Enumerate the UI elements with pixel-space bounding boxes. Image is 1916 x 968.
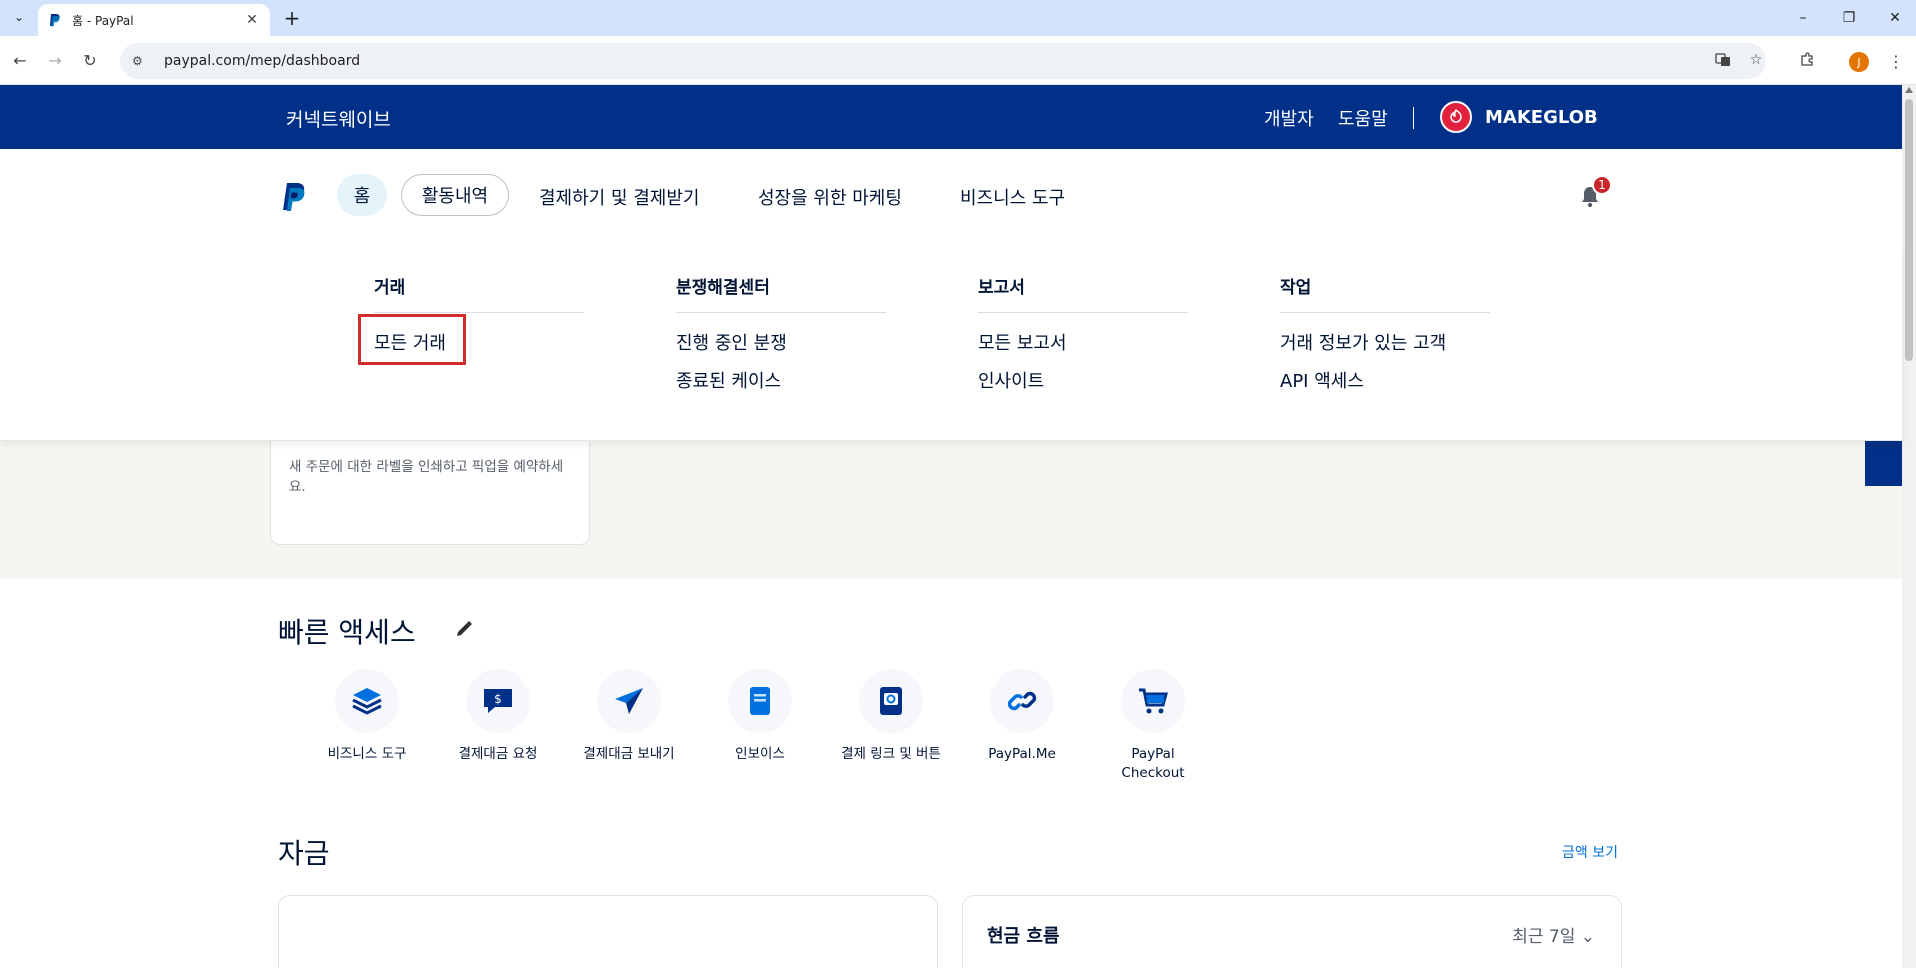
quick-access-label: 결제 링크 및 버튼 <box>841 746 941 762</box>
quick-access-label: 인보이스 <box>735 746 785 762</box>
highlight-box <box>358 314 466 365</box>
balance-card[interactable] <box>278 895 938 968</box>
restore-icon[interactable]: ❐ <box>1826 0 1872 36</box>
menu-heading-reports: 보고서 <box>978 273 1188 313</box>
tab-search-icon[interactable]: ⌄ <box>8 6 30 28</box>
invoice-icon <box>728 669 792 733</box>
help-link[interactable]: 도움말 <box>1338 105 1388 131</box>
chevron-down-icon: ⌄ <box>1580 927 1595 947</box>
browser-toolbar: ← → ↻ ⚙ paypal.com/mep/dashboard ☆ <box>0 36 1916 85</box>
bookmark-star-icon[interactable]: ☆ <box>1744 48 1768 72</box>
menu-item-open-disputes[interactable]: 진행 중인 분쟁 <box>676 329 886 355</box>
view-amount-link[interactable]: 금액 보기 <box>1562 842 1618 862</box>
account-brand-name[interactable]: 커넥트웨이브 <box>286 105 391 132</box>
feedback-side-tab[interactable] <box>1865 441 1902 486</box>
browser-tab-bar: ⌄ 홈 - PayPal ✕ + – ❐ ✕ <box>0 0 1916 36</box>
url-text: paypal.com/mep/dashboard <box>164 53 361 69</box>
address-bar[interactable]: ⚙ paypal.com/mep/dashboard <box>120 43 1766 79</box>
paypal-logo-icon[interactable] <box>282 182 308 216</box>
profile-avatar[interactable]: J <box>1849 52 1869 72</box>
menu-heading-transactions: 거래 <box>374 273 584 313</box>
nav-payments[interactable]: 결제하기 및 결제받기 <box>539 184 699 210</box>
quick-access-paypal-me[interactable]: PayPal.Me <box>967 669 1077 764</box>
menu-item-closed-cases[interactable]: 종료된 케이스 <box>676 367 886 393</box>
cash-flow-title: 현금 흐름 <box>987 926 1060 947</box>
minimize-icon[interactable]: – <box>1780 0 1826 36</box>
menu-column-resolution-center: 분쟁해결센터 진행 중인 분쟁 종료된 케이스 <box>676 273 886 393</box>
quick-access-title: 빠른 액세스 <box>278 616 416 649</box>
main-navigation: 홈 활동내역 결제하기 및 결제받기 성장을 위한 마케팅 비즈니스 도구 1 <box>0 149 1902 241</box>
quick-access-label: 결제대금 보내기 <box>583 746 675 762</box>
promo-band: 새 주문에 대한 라벨을 인쇄하고 픽업을 예약하세요. <box>0 441 1902 579</box>
send-money-icon <box>597 669 661 733</box>
quick-access-business-tools[interactable]: 비즈니스 도구 <box>312 669 422 764</box>
quick-access-label: 결제대금 요청 <box>458 746 538 762</box>
reload-icon[interactable]: ↻ <box>78 48 102 72</box>
nav-activity[interactable]: 활동내역 <box>401 174 509 216</box>
page-scrollbar[interactable] <box>1902 85 1916 968</box>
cart-icon <box>1121 669 1185 733</box>
paypal-favicon <box>48 13 62 27</box>
menu-item-insights[interactable]: 인사이트 <box>978 367 1188 393</box>
translate-icon[interactable] <box>1711 48 1735 72</box>
shipping-card[interactable]: 새 주문에 대한 라벨을 인쇄하고 픽업을 예약하세요. <box>270 441 590 545</box>
merchant-name[interactable]: MAKEGLOB <box>1485 107 1598 128</box>
svg-text:$: $ <box>494 692 502 706</box>
cash-flow-period-select[interactable]: 최근 7일 ⌄ <box>1512 922 1595 947</box>
top-divider <box>1413 107 1414 129</box>
request-money-icon: $ <box>466 669 530 733</box>
cash-flow-card[interactable]: 현금 흐름 최근 7일 ⌄ <box>962 895 1622 968</box>
window-close-icon[interactable]: ✕ <box>1872 0 1916 36</box>
new-tab-icon[interactable]: + <box>280 6 304 30</box>
quick-access-label: PayPal Checkout <box>1121 746 1185 781</box>
quick-access-invoice[interactable]: 인보이스 <box>705 669 815 764</box>
tab-close-icon[interactable]: ✕ <box>244 12 260 28</box>
nav-marketing[interactable]: 성장을 위한 마케팅 <box>758 184 902 210</box>
back-icon[interactable]: ← <box>8 48 32 72</box>
edit-pencil-icon[interactable] <box>454 619 474 639</box>
quick-access-label: 비즈니스 도구 <box>327 746 407 762</box>
menu-item-all-reports[interactable]: 모든 보고서 <box>978 329 1188 355</box>
menu-heading-tasks: 작업 <box>1280 273 1490 313</box>
quick-access-request-money[interactable]: $ 결제대금 요청 <box>443 669 553 764</box>
link-icon <box>990 669 1054 733</box>
merchant-logo-icon[interactable] <box>1440 101 1472 133</box>
quick-access-payment-links[interactable]: 결제 링크 및 버튼 <box>836 669 946 764</box>
funds-title: 자금 <box>278 837 330 870</box>
nav-business-tools[interactable]: 비즈니스 도구 <box>960 184 1065 210</box>
menu-column-tasks: 작업 거래 정보가 있는 고객 API 액세스 <box>1280 273 1490 393</box>
tab-title: 홈 - PayPal <box>72 13 134 28</box>
browser-tab[interactable]: 홈 - PayPal ✕ <box>38 4 270 36</box>
browser-menu-icon[interactable]: ⋮ <box>1888 52 1904 74</box>
quick-access-label: PayPal.Me <box>988 746 1056 762</box>
payment-link-icon <box>859 669 923 733</box>
quick-access-send-money[interactable]: 결제대금 보내기 <box>574 669 684 764</box>
scroll-up-icon[interactable] <box>1905 87 1913 93</box>
layers-icon <box>335 669 399 733</box>
quick-access-paypal-checkout[interactable]: PayPal Checkout <box>1098 669 1208 783</box>
account-top-bar: 커넥트웨이브 개발자 도움말 MAKEGLOB <box>0 85 1902 149</box>
menu-column-reports: 보고서 모든 보고서 인사이트 <box>978 273 1188 393</box>
menu-item-api-access[interactable]: API 액세스 <box>1280 367 1490 393</box>
menu-item-customers-with-transactions[interactable]: 거래 정보가 있는 고객 <box>1280 329 1490 355</box>
developer-link[interactable]: 개발자 <box>1264 105 1314 131</box>
notification-badge: 1 <box>1592 175 1612 195</box>
scroll-thumb[interactable] <box>1905 99 1913 361</box>
extensions-icon[interactable] <box>1795 48 1819 72</box>
activity-mega-menu: 거래 모든 거래 분쟁해결센터 진행 중인 분쟁 종료된 케이스 보고서 모든 … <box>0 241 1902 441</box>
site-info-icon[interactable]: ⚙ <box>132 54 152 68</box>
forward-icon[interactable]: → <box>43 48 67 72</box>
cash-flow-period-label: 최근 7일 <box>1512 927 1576 947</box>
shipping-card-description: 새 주문에 대한 라벨을 인쇄하고 픽업을 예약하세요. <box>289 459 564 495</box>
nav-home[interactable]: 홈 <box>337 174 387 216</box>
menu-heading-resolution-center: 분쟁해결센터 <box>676 273 886 313</box>
